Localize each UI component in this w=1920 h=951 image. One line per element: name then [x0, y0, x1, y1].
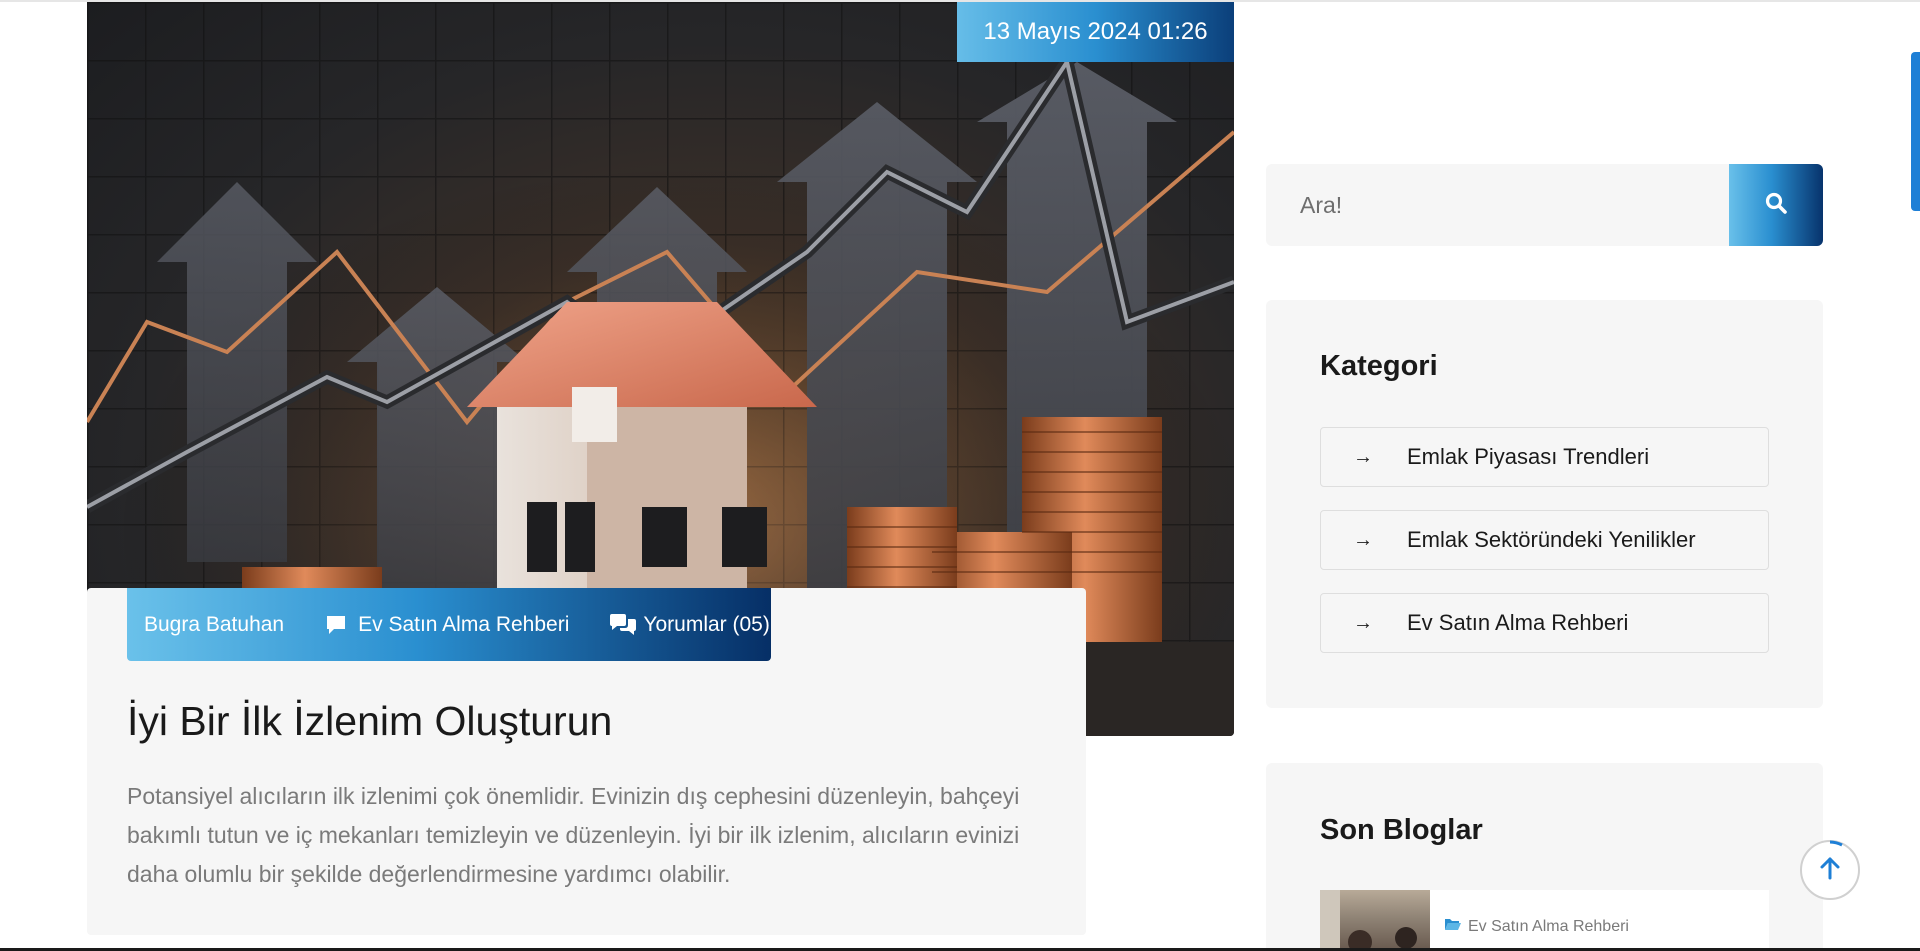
search-box [1266, 164, 1823, 246]
post-date-badge: 13 Mayıs 2024 01:26 [957, 2, 1234, 62]
post-excerpt: Potansiyel alıcıların ilk izlenimi çok ö… [127, 783, 1020, 887]
post-author[interactable]: Bugra Batuhan [144, 613, 284, 637]
post-comments-label[interactable]: Yorumlar (05) [643, 613, 769, 637]
arrow-right-icon: → [1353, 445, 1373, 468]
comment-icon [324, 613, 348, 637]
scroll-to-top-button[interactable] [1800, 840, 1860, 900]
category-item-ev-satin-alma-rehberi[interactable]: → Ev Satın Alma Rehberi [1320, 593, 1769, 653]
category-item-label[interactable]: Emlak Piyasası Trendleri [1407, 444, 1649, 470]
search-input[interactable] [1266, 164, 1729, 246]
search-button[interactable] [1729, 164, 1823, 246]
arrow-right-icon: → [1353, 528, 1373, 551]
post-category-link[interactable]: Ev Satın Alma Rehberi [324, 613, 569, 637]
category-item-emlak-piyasasi-trendleri[interactable]: → Emlak Piyasası Trendleri [1320, 427, 1769, 487]
recent-blog-category-label[interactable]: Ev Satın Alma Rehberi [1468, 918, 1629, 936]
arrow-right-icon: → [1353, 611, 1373, 634]
recent-blog-thumbnail[interactable] [1320, 890, 1430, 951]
category-widget-title: Kategori [1320, 350, 1438, 382]
post-comments-link[interactable]: Yorumlar (05) [609, 613, 770, 637]
recent-blog-category[interactable]: Ev Satın Alma Rehberi [1444, 917, 1629, 936]
post-category-label[interactable]: Ev Satın Alma Rehberi [358, 613, 569, 637]
post-author-name[interactable]: Bugra Batuhan [144, 613, 284, 637]
comments-icon [609, 613, 637, 637]
scroll-progress-ring [1829, 840, 1843, 847]
category-item-label[interactable]: Ev Satın Alma Rehberi [1407, 610, 1628, 636]
search-icon [1764, 191, 1788, 219]
scrollbar-indicator[interactable] [1911, 52, 1920, 211]
post-meta-bar: Bugra Batuhan Ev Satın Alma Rehberi Yoru… [127, 588, 771, 661]
post-title[interactable]: İyi Bir İlk İzlenim Oluşturun [127, 698, 612, 745]
category-item-label[interactable]: Emlak Sektöründeki Yenilikler [1407, 527, 1696, 553]
recent-blogs-title: Son Bloglar [1320, 814, 1483, 846]
category-item-emlak-sektorundeki-yenilikler[interactable]: → Emlak Sektöründeki Yenilikler [1320, 510, 1769, 570]
folder-open-icon [1444, 917, 1462, 936]
